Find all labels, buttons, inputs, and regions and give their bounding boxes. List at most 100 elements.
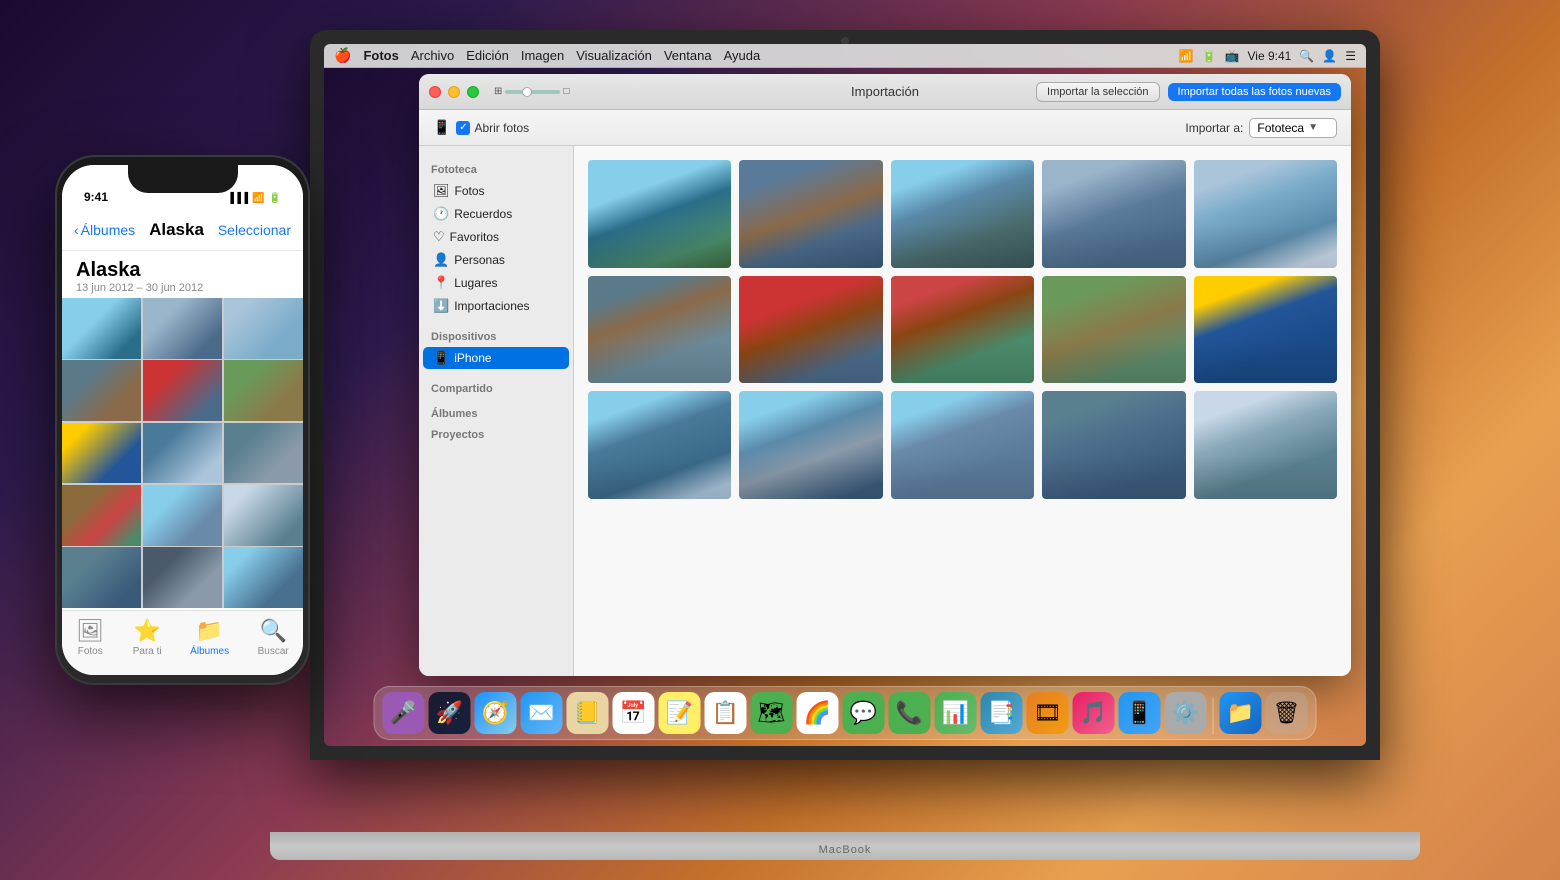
dock-photos[interactable]: 🌈 <box>797 692 839 734</box>
view-slider[interactable]: ⊞ □ <box>494 86 569 97</box>
dock-trash[interactable]: 🗑 <box>1266 692 1308 734</box>
iphone-time: 9:41 <box>84 190 108 204</box>
dock-facetime[interactable]: 📞 <box>889 692 931 734</box>
iphone-tab-fotos[interactable]: 🖼 Fotos <box>76 618 104 657</box>
photo-thumb[interactable] <box>1042 160 1185 268</box>
iphone-tab-buscar[interactable]: 🔍 Buscar <box>258 618 289 657</box>
iphone-photo[interactable] <box>224 423 303 484</box>
iphone-photo[interactable] <box>224 360 303 421</box>
sidebar-item-fotos[interactable]: 🖼 Fotos <box>423 180 569 202</box>
dock-launchpad[interactable]: 🚀 <box>429 692 471 734</box>
import-all-button[interactable]: Importar todas las fotos nuevas <box>1168 83 1341 101</box>
iphone-album-nav-title: Alaska <box>149 220 204 240</box>
iphone-photo[interactable] <box>62 423 141 484</box>
photo-thumb[interactable] <box>1042 276 1185 384</box>
iphone-album-date: 13 jun 2012 – 30 jun 2012 <box>76 282 289 294</box>
dock-notes[interactable]: 📝 <box>659 692 701 734</box>
menu-archivo[interactable]: Archivo <box>411 48 454 63</box>
photo-thumb[interactable] <box>739 160 882 268</box>
menu-visualizacion[interactable]: Visualización <box>576 48 652 63</box>
sidebar-item-importaciones[interactable]: ⬇️ Importaciones <box>423 295 569 317</box>
photo-thumb[interactable] <box>1194 160 1337 268</box>
traffic-light-red[interactable] <box>429 86 441 98</box>
iphone-photo[interactable] <box>224 298 303 359</box>
grid-icon: ⊞ <box>494 86 502 97</box>
sidebar-item-iphone[interactable]: 📱 iPhone <box>423 347 569 369</box>
dock-calendar[interactable]: 📅 <box>613 692 655 734</box>
dock: 🎤 🚀 🧭 ✉️ 📒 📅 📝 📋 🗺 🌈 💬 📞 📊 📑 🎞 🎵 📱 ⚙️ <box>374 686 1317 740</box>
sidebar-item-favoritos[interactable]: ♡ Favoritos <box>423 226 569 248</box>
sidebar-item-recuerdos[interactable]: 🕐 Recuerdos <box>423 203 569 225</box>
iphone-select-button[interactable]: Seleccionar <box>218 222 291 238</box>
dock-numbers[interactable]: 📊 <box>935 692 977 734</box>
photo-thumb[interactable] <box>891 160 1034 268</box>
photo-thumb[interactable] <box>739 276 882 384</box>
iphone-photo[interactable] <box>143 360 222 421</box>
iphone-photo[interactable] <box>143 423 222 484</box>
iphone-photo[interactable] <box>224 485 303 546</box>
iphone-signal-icon: ▐▐▐ <box>227 193 248 204</box>
iphone-photo[interactable] <box>224 547 303 608</box>
dock-mail[interactable]: ✉️ <box>521 692 563 734</box>
menu-ventana[interactable]: Ventana <box>664 48 712 63</box>
search-icon[interactable]: 🔍 <box>1299 49 1314 63</box>
dock-siri[interactable]: 🎤 <box>383 692 425 734</box>
photo-thumb[interactable] <box>739 391 882 499</box>
sidebar-item-personas[interactable]: 👤 Personas <box>423 249 569 271</box>
albumes-tab-icon: 📁 <box>196 618 223 644</box>
dock-contacts[interactable]: 📒 <box>567 692 609 734</box>
dock-appstore[interactable]: 📱 <box>1119 692 1161 734</box>
fotos-icon: 🖼 <box>433 183 450 199</box>
photo-thumb[interactable] <box>588 391 731 499</box>
iphone-sidebar-icon: 📱 <box>433 350 449 366</box>
open-photos-checkbox[interactable]: ✓ <box>456 121 470 135</box>
menu-edicion[interactable]: Edición <box>466 48 509 63</box>
device-icon: 📱 <box>433 119 450 136</box>
iphone-tab-albumes[interactable]: 📁 Álbumes <box>190 618 229 657</box>
sidebar-item-lugares[interactable]: 📍 Lugares <box>423 272 569 294</box>
photo-thumb[interactable] <box>891 276 1034 384</box>
iphone-photo[interactable] <box>62 485 141 546</box>
photo-thumb[interactable] <box>1194 276 1337 384</box>
dock-maps[interactable]: 🗺 <box>751 692 793 734</box>
iphone-photo[interactable] <box>62 360 141 421</box>
photo-thumb[interactable] <box>588 160 731 268</box>
iphone-photo[interactable] <box>143 298 222 359</box>
menu-imagen[interactable]: Imagen <box>521 48 564 63</box>
sidebar-section-fototeca: Fototeca <box>419 158 573 179</box>
iphone-photo[interactable] <box>143 485 222 546</box>
menu-fotos[interactable]: Fotos <box>363 48 398 63</box>
iphone-tab-parati[interactable]: ⭐ Para ti <box>133 618 162 657</box>
photo-thumb[interactable] <box>891 391 1034 499</box>
dock-messages[interactable]: 💬 <box>843 692 885 734</box>
iphone-album-header: Alaska 13 jun 2012 – 30 jun 2012 <box>62 251 303 298</box>
apple-menu[interactable]: 🍎 <box>334 47 351 64</box>
iphone-photo[interactable] <box>62 547 141 608</box>
fototeca-select[interactable]: Fototeca ▼ <box>1249 118 1337 138</box>
iphone-back-chevron: ‹ <box>74 222 79 238</box>
photo-thumb[interactable] <box>1194 391 1337 499</box>
iphone-photo[interactable] <box>143 547 222 608</box>
iphone-photo[interactable] <box>62 298 141 359</box>
traffic-light-yellow[interactable] <box>448 86 460 98</box>
dock-keynote[interactable]: 🎞 <box>1027 692 1069 734</box>
photo-thumb[interactable] <box>1042 391 1185 499</box>
photo-grid <box>574 146 1351 676</box>
photos-window: ⊞ □ Importación Importar la selección Im… <box>419 74 1351 676</box>
control-center-icon[interactable]: ☰ <box>1345 49 1356 63</box>
traffic-light-green[interactable] <box>467 86 479 98</box>
slider-thumb[interactable] <box>522 87 532 97</box>
dock-files[interactable]: 📁 <box>1220 692 1262 734</box>
dock-music[interactable]: 🎵 <box>1073 692 1115 734</box>
import-selection-button[interactable]: Importar la selección <box>1036 82 1160 102</box>
menu-ayuda[interactable]: Ayuda <box>724 48 761 63</box>
wifi-icon: 📶 <box>1179 49 1194 63</box>
dock-systemprefs[interactable]: ⚙️ <box>1165 692 1207 734</box>
dock-safari[interactable]: 🧭 <box>475 692 517 734</box>
dock-reminders[interactable]: 📋 <box>705 692 747 734</box>
user-icon[interactable]: 👤 <box>1322 49 1337 63</box>
photo-thumb[interactable] <box>588 276 731 384</box>
iphone-back-button[interactable]: ‹ Álbumes <box>74 222 135 238</box>
macbook-screen: 🍎 Fotos Archivo Edición Imagen Visualiza… <box>324 44 1366 746</box>
dock-pages[interactable]: 📑 <box>981 692 1023 734</box>
